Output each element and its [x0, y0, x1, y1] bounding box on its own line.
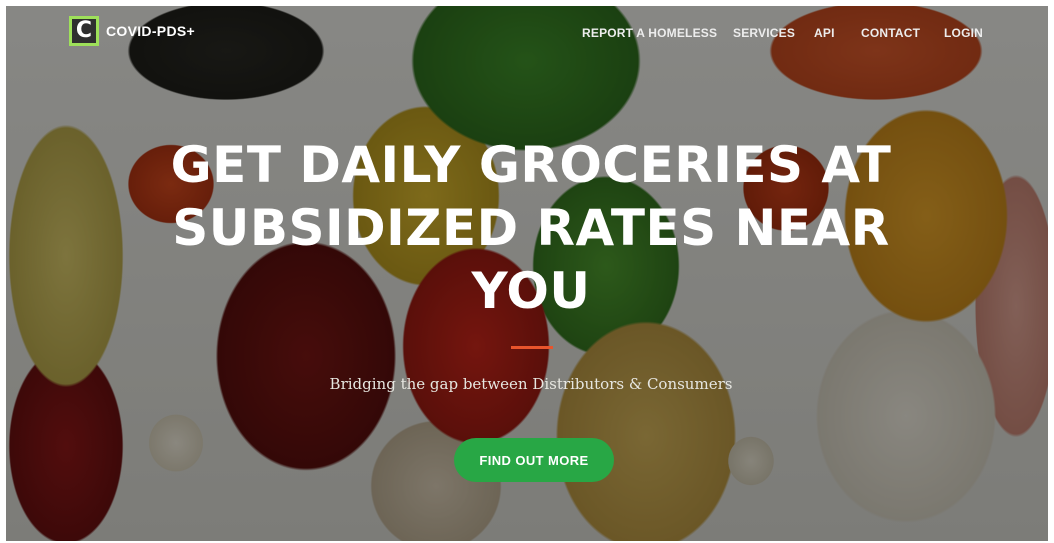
page-frame: C COVID-PDS+ REPORT A HOMELESS SERVICES …: [6, 6, 1048, 541]
navbar: C COVID-PDS+ REPORT A HOMELESS SERVICES …: [6, 6, 1048, 58]
brand-name: COVID-PDS+: [106, 23, 195, 39]
nav-link-report-homeless[interactable]: REPORT A HOMELESS: [582, 26, 717, 40]
brand-logo-icon: C: [69, 16, 99, 46]
hero-title: GET DAILY GROCERIES AT SUBSIDIZED RATES …: [170, 136, 892, 320]
find-out-more-button[interactable]: FIND OUT MORE: [454, 438, 614, 482]
hero-subtitle: Bridging the gap between Distributors & …: [329, 375, 733, 393]
brand-link[interactable]: C COVID-PDS+: [69, 16, 195, 46]
nav-link-login[interactable]: LOGIN: [944, 26, 983, 40]
hero-divider: [511, 346, 553, 349]
nav-link-contact[interactable]: CONTACT: [861, 26, 920, 40]
nav-link-api[interactable]: API: [814, 26, 835, 40]
nav-link-services[interactable]: SERVICES: [733, 26, 795, 40]
